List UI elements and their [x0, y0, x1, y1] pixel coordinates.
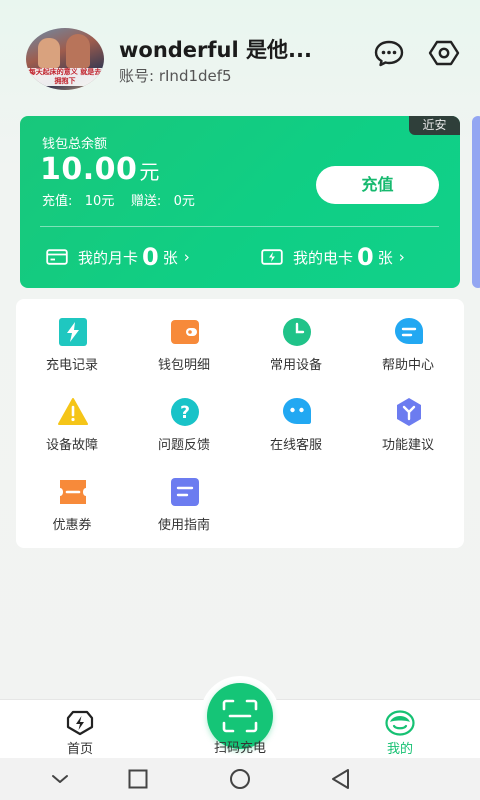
balance-value: 10.00: [40, 152, 138, 187]
balance-unit: 元: [139, 160, 160, 184]
balance-label: 钱包总余额: [42, 137, 108, 152]
message-icon[interactable]: [373, 38, 405, 68]
menu-item-suggestion[interactable]: 功能建议: [352, 379, 464, 453]
scan-charge-label: 扫码充电: [213, 741, 266, 756]
scan-icon: [222, 699, 258, 733]
nav-recent-icon[interactable]: [125, 766, 151, 792]
nav-home-icon[interactable]: [227, 766, 253, 792]
menu-item-label: 使用指南: [157, 518, 210, 533]
menu-item-common-devices[interactable]: 常用设备: [240, 299, 352, 373]
balance-detail: 充值: 10元 赠送: 0元: [42, 194, 195, 209]
menu-item-charge-record[interactable]: 充电记录: [16, 299, 128, 373]
chevron-right-icon: ›: [183, 248, 190, 266]
recharge-button[interactable]: 充值: [316, 166, 439, 204]
avatar-figure: [38, 38, 60, 68]
service-chat-icon: [283, 398, 311, 424]
menu-item-label: 优惠券: [52, 518, 92, 533]
menu-item-label: 在线客服: [269, 438, 322, 453]
tab-mine-label: 我的: [386, 742, 413, 757]
account-label: 账号:: [119, 67, 155, 85]
home-shield-icon: [66, 710, 94, 736]
wallet-card: 近安 钱包总余额 10.00 元 充值: 10元 赠送: 0元 充值 我的月卡 0…: [20, 116, 460, 288]
avatar-figure: [66, 34, 90, 68]
menu-item-feedback[interactable]: ? 问题反馈: [128, 379, 240, 453]
elec-card-unit: 张: [377, 248, 393, 267]
avatar-caption: 每天起床的意义 就是去拥抱下: [26, 68, 104, 86]
menu-item-help-center[interactable]: 帮助中心: [352, 299, 464, 373]
menu-item-online-service[interactable]: 在线客服: [240, 379, 352, 453]
menu-item-coupon[interactable]: 优惠券: [16, 459, 128, 533]
clock-icon: [283, 318, 311, 346]
chevron-right-icon: ›: [398, 248, 405, 266]
tab-home[interactable]: 首页: [20, 700, 140, 759]
account-id: rInd1def5: [158, 67, 232, 85]
menu-item-wallet-detail[interactable]: 钱包明细: [128, 299, 240, 373]
warning-icon: [58, 398, 88, 425]
guide-icon: [171, 478, 199, 506]
card-divider: [40, 226, 439, 227]
menu-item-label: 设备故障: [45, 438, 98, 453]
nav-collapse-icon[interactable]: [47, 766, 73, 792]
feature-grid: 充电记录 钱包明细 常用设备 帮助中心 设备故障 ? 问题反馈 在线客服 功能建…: [16, 299, 464, 548]
settings-hex-icon[interactable]: [428, 38, 460, 68]
elec-card-count: 0: [357, 243, 374, 271]
menu-item-label: 帮助中心: [381, 358, 434, 373]
charge-record-icon: [59, 318, 87, 346]
menu-item-label: 钱包明细: [157, 358, 210, 373]
menu-item-label: 问题反馈: [157, 438, 210, 453]
tab-home-label: 首页: [66, 742, 93, 757]
menu-item-label: 常用设备: [269, 358, 322, 373]
battery-bolt-icon: [261, 249, 283, 265]
elec-card-label: 我的电卡: [293, 248, 354, 267]
avatar[interactable]: 每天起床的意义 就是去拥抱下: [26, 28, 104, 90]
menu-item-label: 功能建议: [381, 438, 434, 453]
question-icon: ?: [171, 398, 199, 426]
tab-mine[interactable]: 我的: [340, 700, 460, 759]
username: wonderful 是他...: [119, 38, 312, 62]
svg-text:?: ?: [180, 403, 190, 423]
profile-face-icon: [385, 710, 415, 736]
next-card-peek[interactable]: [472, 116, 480, 288]
month-card-count: 0: [142, 243, 159, 271]
balance-amount: 10.00 元: [40, 152, 160, 187]
menu-item-label: 充电记录: [45, 358, 98, 373]
account-line: 账号: rInd1def5: [119, 65, 232, 86]
menu-item-device-fault[interactable]: 设备故障: [16, 379, 128, 453]
profile-header: 每天起床的意义 就是去拥抱下 wonderful 是他... 账号: rInd1…: [0, 0, 480, 110]
suggestion-icon: [397, 398, 421, 426]
nav-back-icon[interactable]: [328, 766, 354, 792]
month-card-link[interactable]: 我的月卡 0 张 ›: [46, 242, 190, 272]
month-card-unit: 张: [162, 248, 178, 267]
menu-item-user-guide[interactable]: 使用指南: [128, 459, 240, 533]
wallet-detail-icon: [171, 320, 199, 344]
month-card-label: 我的月卡: [78, 248, 139, 267]
card-icon: [46, 249, 68, 265]
region-tag[interactable]: 近安: [409, 116, 460, 135]
system-nav-bar: [0, 758, 480, 800]
elec-card-link[interactable]: 我的电卡 0 张 ›: [261, 242, 405, 272]
coupon-icon: [60, 480, 86, 504]
help-chat-icon: [395, 318, 423, 344]
